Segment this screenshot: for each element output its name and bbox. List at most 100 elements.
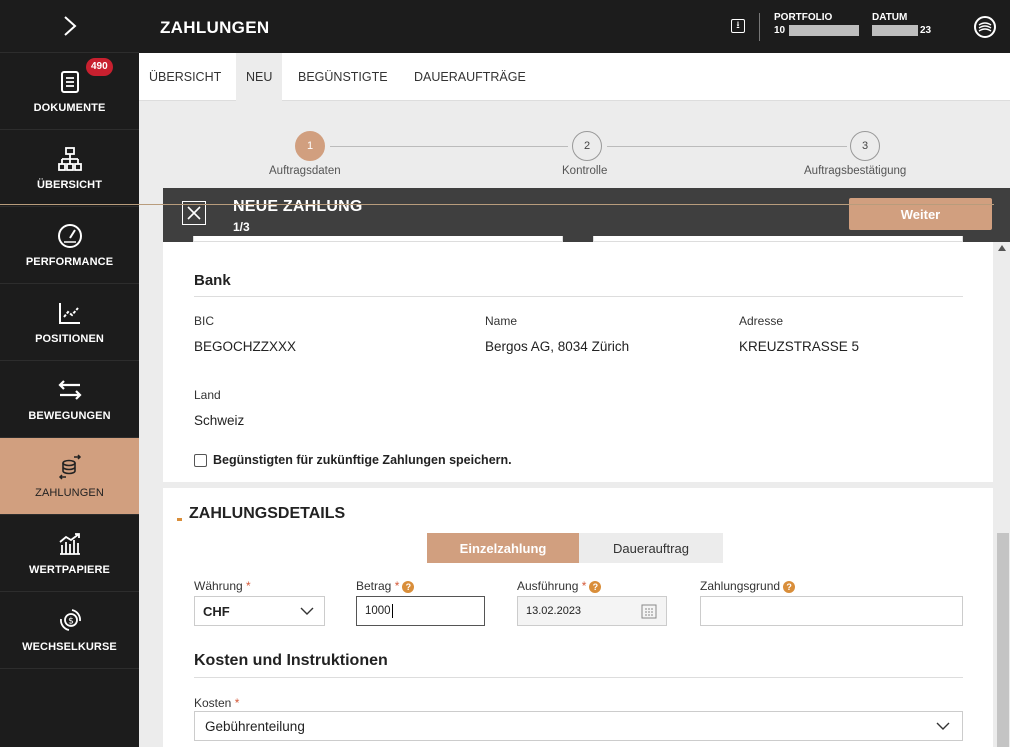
tab-uebersicht[interactable]: ÜBERSICHT [139, 53, 231, 101]
sidebar-item-label: ÜBERSICHT [36, 179, 103, 191]
section-divider [194, 296, 963, 297]
sidebar-item-zahlungen[interactable]: ZAHLUNGEN [0, 438, 139, 515]
sidebar-item-label: POSITIONEN [35, 333, 104, 345]
scrollbar-thumb[interactable] [997, 533, 1009, 747]
header: ZAHLUNGEN ⭳ PORTFOLIO 10 DATUM 23 [139, 0, 1010, 53]
form-title: NEUE ZAHLUNG [233, 198, 363, 215]
bic-value: BEGOCHZZXXX [194, 339, 297, 354]
currency-label: Währung * [194, 579, 251, 593]
date-value: 23 [920, 25, 932, 36]
step-1-label: Auftragsdaten [269, 165, 341, 177]
notification-badge: 490 [86, 58, 113, 76]
sitemap-icon [57, 147, 82, 171]
amount-input[interactable]: 1000 [356, 596, 485, 626]
portfolio-value: 10 [774, 25, 786, 36]
country-value: Schweiz [194, 413, 245, 428]
execution-date-input[interactable]: 13.02.2023 [517, 596, 667, 626]
costs-section-title: Kosten und Instruktionen [194, 652, 388, 669]
step-connector [607, 146, 847, 147]
date-label: DATUM [872, 12, 908, 23]
currency-select[interactable]: CHF [194, 596, 325, 626]
svg-text:$: $ [68, 617, 74, 627]
step-1-circle: 1 [295, 131, 325, 161]
reason-label: Zahlungsgrund? [700, 579, 796, 593]
sidebar-item-bewegungen[interactable]: BEWEGUNGEN [0, 361, 139, 438]
costs-label: Kosten * [194, 696, 240, 710]
sidebar-item-wertpapiere[interactable]: WERTPAPIERE [0, 515, 139, 592]
currency-value: CHF [203, 603, 230, 619]
amount-value: 1000 [365, 605, 391, 617]
sidebar: 490 DOKUMENTE ÜBERSICHT PERFORMANCE POSI… [0, 0, 139, 747]
help-icon[interactable]: ? [783, 580, 796, 593]
sidebar-item-label: WERTPAPIERE [29, 564, 110, 576]
section-marker [177, 518, 182, 521]
sidebar-item-label: BEWEGUNGEN [28, 410, 111, 422]
help-icon[interactable]: ? [402, 580, 415, 593]
bank-section-title: Bank [194, 272, 231, 289]
costs-select[interactable]: Gebührenteilung [194, 711, 963, 741]
bank-name-label: Name [485, 314, 518, 328]
bank-logo-icon[interactable] [974, 16, 996, 38]
previous-field-edge [593, 236, 963, 242]
country-label: Land [194, 388, 221, 402]
help-icon[interactable]: ? [589, 580, 602, 593]
sidebar-item-label: WECHSELKURSE [22, 641, 117, 653]
portfolio-label: PORTFOLIO [774, 12, 833, 23]
tab-bar: ÜBERSICHT NEU BEGÜNSTIGTE DAUERAUFTRÄGE [139, 53, 1010, 101]
redaction-mask [872, 24, 918, 36]
download-icon[interactable]: ⭳ [731, 19, 745, 33]
execution-date-value: 13.02.2023 [526, 605, 582, 617]
payment-details-title: ZAHLUNGSDETAILS [189, 505, 346, 522]
form-step-indicator: 1/3 [233, 220, 250, 234]
sidebar-item-performance[interactable]: PERFORMANCE [0, 207, 139, 284]
previous-field-edge [193, 236, 563, 242]
sidebar-item-wechselkurse[interactable]: $ WECHSELKURSE [0, 592, 139, 669]
address-label: Adresse [739, 314, 784, 328]
step-2-circle: 2 [572, 131, 602, 161]
payment-icon [58, 454, 81, 480]
overlay-guide-line [0, 204, 994, 205]
text-cursor [391, 604, 393, 618]
sidebar-item-label: PERFORMANCE [25, 256, 114, 268]
bic-label: BIC [194, 314, 215, 328]
exchange-icon: $ [59, 609, 81, 631]
standing-order-toggle[interactable]: Dauerauftrag [579, 533, 723, 563]
chevron-right-icon [63, 16, 76, 36]
calendar-icon[interactable] [640, 602, 658, 620]
reason-input[interactable] [700, 596, 963, 626]
amount-label: Betrag *? [356, 579, 415, 593]
save-beneficiary-label: Begünstigten für zukünftige Zahlungen sp… [213, 453, 512, 467]
securities-icon [58, 533, 80, 555]
bank-card: Bank BIC BEGOCHZZXXX Name Bergos AG, 803… [163, 236, 993, 482]
header-divider [759, 13, 760, 41]
costs-value: Gebührenteilung [205, 718, 305, 734]
close-icon [187, 206, 201, 220]
gauge-icon [57, 224, 82, 248]
section-divider [194, 677, 963, 678]
step-3-label: Auftragsbestätigung [804, 165, 907, 177]
tab-beguenstigte[interactable]: BEGÜNSTIGTE [288, 53, 398, 101]
chevron-down-icon [936, 722, 950, 730]
line-chart-icon [58, 303, 80, 324]
next-button[interactable]: Weiter [849, 198, 992, 230]
bank-name-value: Bergos AG, 8034 Zürich [485, 339, 630, 354]
sidebar-item-label: ZAHLUNGEN [35, 487, 104, 499]
step-3-circle: 3 [850, 131, 880, 161]
tab-dauerauftraege[interactable]: DAUERAUFTRÄGE [404, 53, 536, 101]
sidebar-item-positionen[interactable]: POSITIONEN [0, 284, 139, 361]
date-selector[interactable]: DATUM 23 [872, 11, 931, 37]
sidebar-toggle[interactable] [0, 0, 139, 53]
single-payment-toggle[interactable]: Einzelzahlung [427, 533, 579, 563]
execution-label: Ausführung *? [517, 579, 602, 593]
save-beneficiary-row[interactable]: Begünstigten für zukünftige Zahlungen sp… [194, 453, 512, 467]
payment-details-card: ZAHLUNGSDETAILS Einzelzahlung Dauerauftr… [163, 488, 993, 747]
portfolio-selector[interactable]: PORTFOLIO 10 [774, 11, 860, 37]
transfer-arrows-icon [57, 380, 82, 400]
chevron-down-icon [300, 607, 314, 615]
page-title: ZAHLUNGEN [160, 18, 270, 37]
tab-neu[interactable]: NEU [236, 53, 283, 101]
scroll-up-arrow-icon[interactable] [998, 245, 1006, 251]
save-beneficiary-checkbox[interactable] [194, 453, 207, 467]
sidebar-item-dokumente[interactable]: 490 DOKUMENTE [0, 53, 139, 130]
sidebar-item-uebersicht[interactable]: ÜBERSICHT [0, 130, 139, 207]
